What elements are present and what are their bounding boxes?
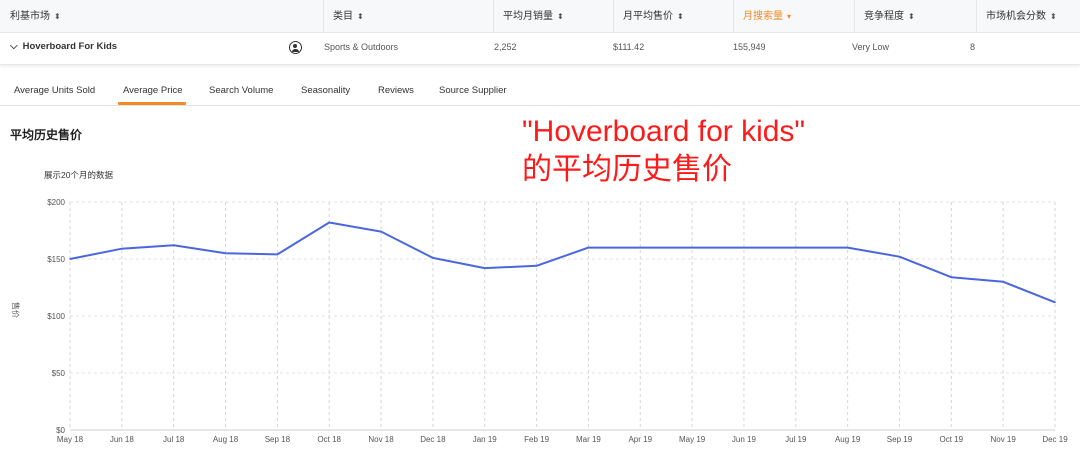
y-tick-label: $200 xyxy=(47,198,65,207)
x-tick-label: Jun 18 xyxy=(110,435,135,444)
x-tick-label: Oct 19 xyxy=(940,435,964,444)
data-point xyxy=(1054,301,1056,304)
data-point xyxy=(691,246,693,249)
data-point xyxy=(483,267,486,269)
data-point xyxy=(172,244,175,247)
data-point xyxy=(639,246,642,249)
avg-price-cell: $111.42 xyxy=(613,42,645,52)
x-tick-label: Sep 18 xyxy=(265,435,291,444)
x-tick-label: Jul 19 xyxy=(785,435,807,444)
header-label: 竞争程度 xyxy=(864,11,904,22)
header-label: 类目 xyxy=(333,11,353,22)
competition-cell: Very Low xyxy=(852,42,890,52)
sort-icon: ⬍ xyxy=(677,12,684,21)
person-circle-icon[interactable] xyxy=(289,41,302,54)
table-row[interactable]: ⌵ Hoverboard For Kids Sports & Outdoors 2… xyxy=(0,33,1080,65)
header-label: 平均月销量 xyxy=(503,11,553,22)
x-tick-label: Mar 19 xyxy=(576,435,601,444)
header-category[interactable]: 类目 ⬍ xyxy=(323,0,493,33)
price-line-chart: $0 $50 $100 $150 $200 May 18 Jun 18 Jul 18 Aug 1… xyxy=(11,198,1068,444)
x-tick-label: Nov 18 xyxy=(368,435,394,444)
series-line xyxy=(69,221,1056,304)
sort-icon: ⬍ xyxy=(1050,12,1057,21)
header-avg-price[interactable]: 月平均售价 ⬍ xyxy=(613,0,733,33)
tab-source-supplier[interactable]: Source Supplier xyxy=(439,85,507,96)
header-label: 月搜索量 xyxy=(743,11,783,22)
header-niche-market[interactable]: 利基市场 ⬍ xyxy=(0,0,323,33)
sort-icon: ⬍ xyxy=(557,12,564,21)
x-tick-label: Feb 19 xyxy=(524,435,549,444)
x-tick-label: Apr 19 xyxy=(628,435,652,444)
chart-subtitle: 展示20个月的数据 xyxy=(44,170,113,180)
sort-icon: ⬍ xyxy=(54,12,61,21)
x-tick-label: Jan 19 xyxy=(473,435,498,444)
y-tick-label: $50 xyxy=(52,369,66,378)
data-point xyxy=(898,255,901,258)
header-competition[interactable]: 竞争程度 ⬍ xyxy=(854,0,976,33)
data-point xyxy=(276,253,279,256)
tab-reviews[interactable]: Reviews xyxy=(378,85,414,96)
x-tick-label: Jun 19 xyxy=(732,435,757,444)
niche-name-cell[interactable]: ⌵ Hoverboard For Kids xyxy=(10,33,117,65)
header-label: 利基市场 xyxy=(10,11,50,22)
data-point xyxy=(743,246,745,249)
sort-desc-icon: ▾ xyxy=(787,12,792,21)
x-tick-label: Oct 18 xyxy=(317,435,341,444)
avg-units-cell: 2,252 xyxy=(494,42,517,52)
tab-search-volume[interactable]: Search Volume xyxy=(209,85,273,96)
header-search-volume[interactable]: 月搜索量 ▾ xyxy=(733,0,854,33)
header-avg-units[interactable]: 平均月销量 ⬍ xyxy=(493,0,613,33)
header-label: 市场机会分数 xyxy=(986,11,1046,22)
sort-icon: ⬍ xyxy=(357,12,364,21)
tab-bar: Average Units Sold Average Price Search … xyxy=(0,72,1080,106)
data-point xyxy=(950,276,953,279)
data-point xyxy=(328,221,331,224)
data-point xyxy=(846,246,849,249)
x-tick-label: May 19 xyxy=(679,435,706,444)
header-opportunity-score[interactable]: 市场机会分数 ⬍ xyxy=(976,0,1080,33)
data-point xyxy=(380,230,382,233)
tab-average-price[interactable]: Average Price xyxy=(123,85,183,96)
data-point xyxy=(224,252,227,255)
y-tick-label: $100 xyxy=(47,312,65,321)
data-point xyxy=(535,265,538,267)
y-tick-label: $150 xyxy=(47,255,65,264)
annotation-text: "Hoverboard for kids" 的平均历史售价 xyxy=(522,115,806,186)
data-point xyxy=(121,247,123,250)
niche-name: Hoverboard For Kids xyxy=(22,41,118,52)
data-point xyxy=(1002,281,1004,283)
x-tick-label: May 18 xyxy=(57,435,84,444)
x-tick-label: Aug 19 xyxy=(835,435,861,444)
data-point xyxy=(587,246,590,249)
x-tick-label: Sep 19 xyxy=(887,435,913,444)
category-cell: Sports & Outdoors xyxy=(324,42,399,52)
x-tick-label: Aug 18 xyxy=(213,435,239,444)
data-point xyxy=(69,258,71,260)
table-header: 利基市场 ⬍ 类目 ⬍ 平均月销量 ⬍ 月平均售价 ⬍ 月搜索量 ▾ 竞争程度 ⬍ 市场机会… xyxy=(0,0,1080,33)
section-title: 平均历史售价 xyxy=(10,128,83,142)
data-point xyxy=(794,246,797,249)
x-tick-label: Jul 18 xyxy=(163,435,185,444)
tab-average-units-sold[interactable]: Average Units Sold xyxy=(14,85,95,96)
tab-seasonality[interactable]: Seasonality xyxy=(301,85,350,96)
chevron-down-icon[interactable]: ⌵ xyxy=(10,33,18,61)
y-axis-label: 售价 xyxy=(11,302,21,318)
active-tab-indicator xyxy=(118,102,186,105)
header-label: 月平均售价 xyxy=(623,11,673,22)
search-volume-cell: 155,949 xyxy=(733,42,766,52)
x-tick-label: Dec 18 xyxy=(420,435,446,444)
opportunity-score-cell: 8 xyxy=(970,42,976,52)
sort-icon: ⬍ xyxy=(908,12,915,21)
x-tick-label: Dec 19 xyxy=(1042,435,1068,444)
y-tick-label: $0 xyxy=(56,426,65,435)
data-point xyxy=(432,257,434,259)
x-tick-label: Nov 19 xyxy=(990,435,1016,444)
